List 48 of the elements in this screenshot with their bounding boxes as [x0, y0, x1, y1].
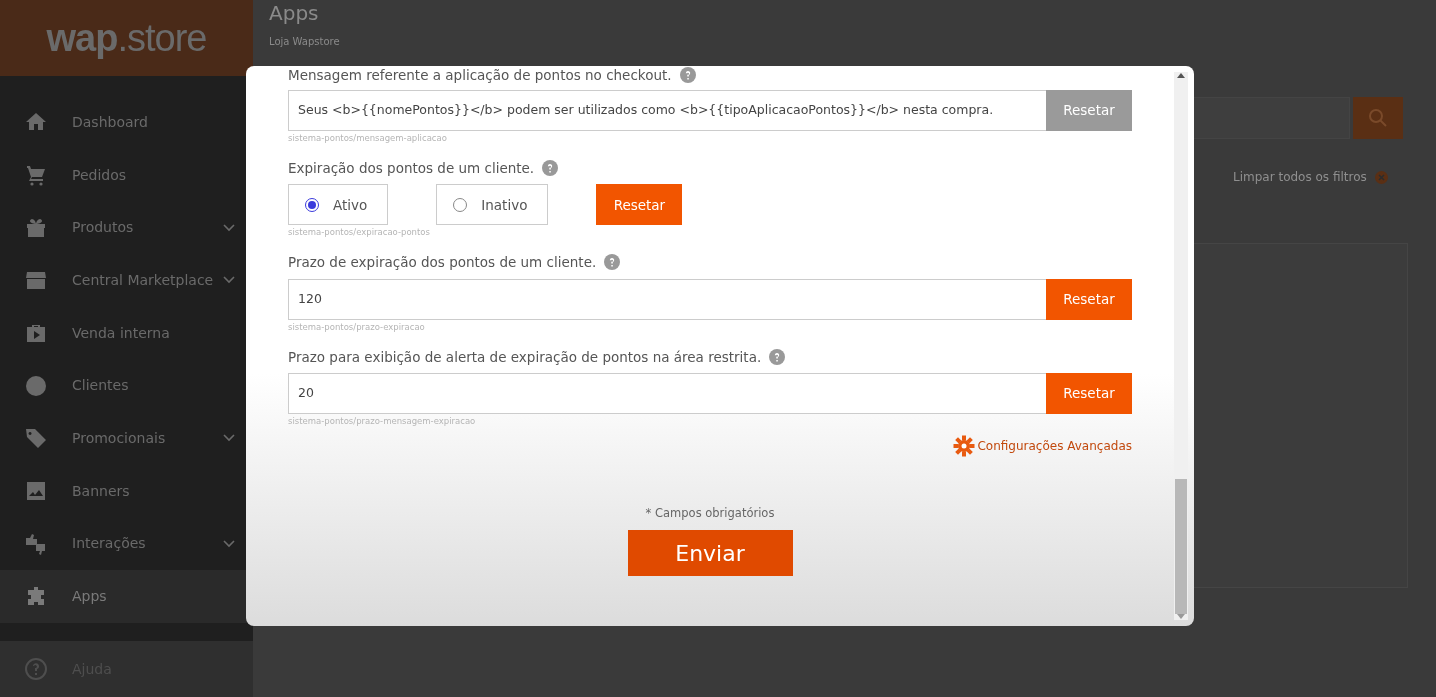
- text-field[interactable]: 20: [288, 372, 1046, 414]
- help-icon: [24, 657, 48, 681]
- field-key: sistema-pontos/expiracao-pontos: [288, 227, 1132, 239]
- sidebar-item[interactable]: Dashboard: [0, 96, 253, 149]
- search-button[interactable]: [1353, 97, 1403, 139]
- sidebar-item[interactable]: Central Marketplace: [0, 254, 253, 307]
- close-icon: [1374, 170, 1388, 184]
- help-icon: [679, 67, 696, 83]
- submit-button[interactable]: Enviar: [627, 530, 793, 576]
- breadcrumb-item[interactable]: Loja Wapstore: [269, 34, 340, 49]
- reset-button[interactable]: Resetar: [1046, 372, 1132, 414]
- field-label: Expiração dos pontos de um cliente.: [288, 159, 535, 178]
- sidebar-item[interactable]: Produtos: [0, 201, 253, 255]
- radio-option[interactable]: Ativo: [288, 184, 389, 226]
- field-key: sistema-pontos/mensagem-aplicacao: [288, 133, 1132, 144]
- reset-button[interactable]: Resetar: [596, 184, 683, 226]
- sidebar-item[interactable]: Interações: [0, 517, 253, 571]
- arrow-up-icon: [1177, 72, 1185, 78]
- page-title: Apps: [269, 0, 320, 26]
- help-icon: [769, 348, 786, 365]
- logo: wap.store: [0, 0, 253, 76]
- field-key: sistema-pontos/prazo-mensagem-expiracao: [288, 415, 1132, 427]
- field-key: sistema-pontos/prazo-expiracao: [288, 321, 1132, 333]
- search-icon: [1368, 108, 1388, 128]
- sidebar-item[interactable]: Pedidos: [0, 148, 253, 202]
- gear-icon: [953, 434, 976, 457]
- clear-filters-link[interactable]: Limpar todos os filtros: [1233, 168, 1367, 186]
- scrollbar[interactable]: [1174, 72, 1188, 620]
- arrow-down-icon: [1177, 614, 1185, 620]
- help-icon: [604, 254, 621, 271]
- sidebar-item[interactable]: Promocionais: [0, 412, 253, 465]
- thumbs-icon: [24, 531, 48, 556]
- radio-option[interactable]: Inativo: [436, 184, 549, 226]
- scrollbar-thumb[interactable]: [1175, 479, 1187, 614]
- text-field[interactable]: Seus <b>{{nomePontos}}</b> podem ser utilizados como <b>{{tipoAplicacaoPontos}}</b> nesta compra.: [288, 90, 1046, 131]
- tag-icon: [24, 426, 48, 451]
- sidebar-item[interactable]: Venda interna: [0, 306, 253, 360]
- required-fields-note: * Campos obrigatórios: [645, 504, 775, 522]
- help-icon: [542, 160, 559, 177]
- advanced-settings-link[interactable]: Configurações Avançadas: [953, 434, 1132, 457]
- cart-icon: [24, 163, 48, 188]
- field-label: Prazo de expiração dos pontos de um cliente.: [288, 253, 597, 273]
- reset-button[interactable]: Resetar: [1046, 278, 1132, 320]
- sidebar-item[interactable]: Banners: [0, 464, 253, 518]
- field-label: Prazo para exibição de alerta de expiração de pontos na área restrita.: [288, 347, 762, 367]
- sidebar-item[interactable]: Clientes: [0, 359, 253, 413]
- text-field[interactable]: 120: [288, 278, 1046, 320]
- field-label: Mensagem referente a aplicação de pontos no checkout.: [288, 66, 672, 84]
